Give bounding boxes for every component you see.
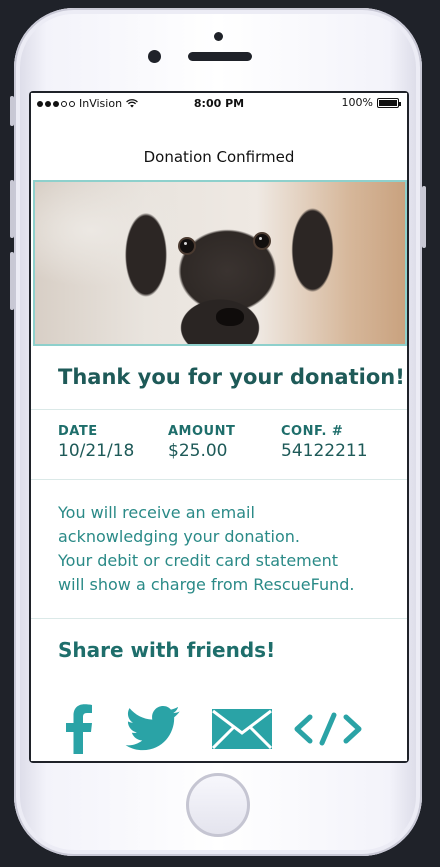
- earpiece-speaker: [188, 52, 252, 61]
- status-bar: InVision 8:00 PM 100%: [31, 93, 407, 115]
- message-line: You will receive an email: [58, 503, 255, 522]
- message-line: Your debit or credit card statement: [58, 551, 338, 570]
- twitter-icon: [125, 706, 180, 751]
- facebook-icon: [66, 704, 92, 754]
- conf-label: CONF. #: [281, 424, 344, 439]
- divider: [31, 409, 407, 410]
- date-label: DATE: [58, 424, 98, 439]
- front-camera: [148, 50, 161, 63]
- home-button[interactable]: [186, 773, 250, 837]
- app-screen: InVision 8:00 PM 100% Donation Confirmed…: [31, 93, 407, 761]
- amount-label: AMOUNT: [168, 424, 236, 439]
- proximity-sensor: [214, 32, 223, 41]
- battery-percent: 100%: [341, 96, 373, 109]
- screen: InVision 8:00 PM 100% Donation Confirmed…: [29, 91, 409, 763]
- twitter-share-button[interactable]: [123, 701, 183, 757]
- email-share-button[interactable]: [211, 701, 273, 757]
- confirmation-message: You will receive an email acknowledging …: [58, 501, 398, 597]
- amount-value: $25.00: [168, 441, 228, 461]
- divider: [31, 479, 407, 480]
- power-button: [422, 186, 426, 248]
- puppy-eye-right: [255, 234, 269, 248]
- thank-you-heading: Thank you for your donation!: [58, 365, 405, 389]
- amount-column: AMOUNT $25.00: [168, 424, 235, 461]
- facebook-share-button[interactable]: [61, 701, 97, 757]
- share-heading: Share with friends!: [58, 638, 276, 662]
- message-line: acknowledging your donation.: [58, 527, 300, 546]
- volume-down-button: [10, 252, 14, 310]
- conf-column: CONF. # 54122211: [281, 424, 368, 461]
- page-title: Donation Confirmed: [143, 148, 295, 166]
- mute-switch: [10, 96, 14, 126]
- divider: [31, 618, 407, 619]
- volume-up-button: [10, 180, 14, 238]
- message-line: will show a charge from RescueFund.: [58, 575, 355, 594]
- date-column: DATE 10/21/18: [58, 424, 134, 461]
- battery-icon: [377, 97, 401, 108]
- embed-share-button[interactable]: [293, 701, 363, 757]
- hero-puppy-image: [33, 180, 407, 346]
- puppy-nose: [216, 308, 244, 326]
- date-value: 10/21/18: [58, 441, 135, 461]
- puppy-eye-left: [180, 239, 194, 253]
- embed-code-icon: [294, 712, 362, 746]
- conf-value: 54122211: [281, 441, 368, 461]
- email-icon: [212, 709, 272, 749]
